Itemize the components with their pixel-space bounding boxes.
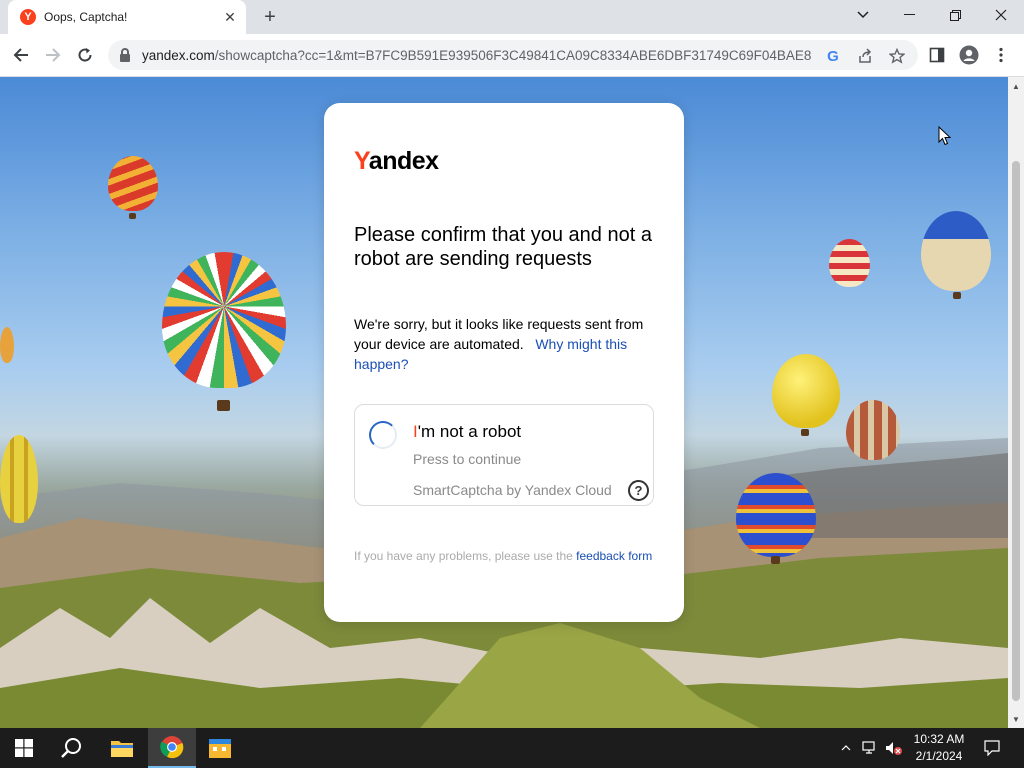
notification-button[interactable] xyxy=(980,728,1004,768)
tab-close-icon[interactable]: ✕ xyxy=(220,7,240,27)
start-button[interactable] xyxy=(0,728,48,768)
arrow-right-icon xyxy=(46,48,61,62)
search-button[interactable] xyxy=(48,728,96,768)
balloon xyxy=(0,327,14,363)
kebab-menu-icon xyxy=(999,47,1003,63)
balloon xyxy=(162,252,286,388)
address-bar[interactable]: yandex.com/showcaptcha?cc=1&mt=B7FC9B591… xyxy=(108,40,918,70)
app-icon xyxy=(209,739,231,758)
close-window-button[interactable] xyxy=(978,0,1024,30)
balloon xyxy=(921,211,991,291)
balloon xyxy=(108,156,158,211)
page-scrollbar[interactable]: ▲ ▼ xyxy=(1008,77,1024,728)
restore-button[interactable] xyxy=(932,0,978,30)
back-button[interactable] xyxy=(6,40,36,70)
reload-icon xyxy=(78,48,92,62)
side-panel-icon xyxy=(929,47,945,63)
browser-toolbar: yandex.com/showcaptcha?cc=1&mt=B7FC9B591… xyxy=(0,34,1024,77)
side-panel-button[interactable] xyxy=(922,40,952,70)
scroll-down-icon[interactable]: ▼ xyxy=(1008,712,1024,726)
scroll-up-icon[interactable]: ▲ xyxy=(1008,79,1024,93)
loading-spinner-icon[interactable] xyxy=(369,421,397,449)
balloon xyxy=(846,400,900,460)
captcha-brand: SmartCaptcha by Yandex Cloud xyxy=(413,482,612,498)
lock-icon[interactable] xyxy=(118,48,132,62)
reload-button[interactable] xyxy=(70,40,100,70)
tab-title: Oops, Captcha! xyxy=(44,10,128,24)
new-tab-button[interactable]: + xyxy=(256,4,284,30)
minimize-button[interactable] xyxy=(886,0,932,30)
app-taskbar-button[interactable] xyxy=(196,728,244,768)
profile-button[interactable] xyxy=(954,40,984,70)
star-icon[interactable] xyxy=(888,47,906,65)
chrome-taskbar-button[interactable] xyxy=(148,728,196,768)
balloon xyxy=(772,354,840,428)
show-hidden-icons-button[interactable] xyxy=(836,728,856,768)
folder-icon xyxy=(111,741,133,757)
tab-search-icon[interactable] xyxy=(840,0,886,30)
captcha-title[interactable]: I'm not a robot xyxy=(413,422,521,442)
tab-strip: Y Oops, Captcha! ✕ + xyxy=(0,0,1024,34)
feedback-link[interactable]: feedback form xyxy=(576,549,652,563)
chevron-up-icon xyxy=(841,745,851,751)
captcha-card: Yandex Please confirm that you and not a… xyxy=(324,103,684,622)
chrome-icon xyxy=(160,736,184,759)
scrollbar-thumb[interactable] xyxy=(1012,161,1020,701)
balloon xyxy=(0,435,38,523)
notification-icon xyxy=(984,740,1000,756)
forward-button[interactable] xyxy=(38,40,68,70)
network-icon[interactable] xyxy=(860,728,880,768)
feedback-note: If you have any problems, please use the… xyxy=(354,549,653,563)
clock-date: 2/1/2024 xyxy=(915,749,963,763)
volume-muted-icon[interactable] xyxy=(884,728,904,768)
file-explorer-button[interactable] xyxy=(98,728,146,768)
page-heading: Please confirm that you and not a robot … xyxy=(354,224,652,270)
captcha-subtitle: Press to continue xyxy=(413,451,522,467)
yandex-favicon-icon: Y xyxy=(20,9,36,25)
profile-icon xyxy=(959,45,979,65)
mouse-cursor-icon xyxy=(938,126,952,146)
search-icon xyxy=(61,738,81,758)
system-clock[interactable]: 10:32 AM 2/1/2024 xyxy=(905,731,973,765)
google-icon[interactable]: G xyxy=(824,47,842,65)
url-text[interactable]: yandex.com/showcaptcha?cc=1&mt=B7FC9B591… xyxy=(142,48,812,63)
balloon xyxy=(829,239,870,287)
kebab-menu-button[interactable] xyxy=(986,40,1016,70)
clock-time: 10:32 AM xyxy=(913,732,965,746)
windows-taskbar: 10:32 AM 2/1/2024 xyxy=(0,728,1024,768)
description: We're sorry, but it looks like requests … xyxy=(354,316,644,372)
help-icon[interactable]: ? xyxy=(628,480,649,501)
yandex-logo: Yandex xyxy=(354,147,439,175)
arrow-left-icon xyxy=(13,48,28,62)
browser-tab[interactable]: Y Oops, Captcha! ✕ xyxy=(8,0,246,34)
share-icon[interactable] xyxy=(856,47,874,65)
windows-logo-icon xyxy=(15,739,33,757)
smartcaptcha-widget[interactable]: I'm not a robot Press to continue SmartC… xyxy=(354,404,654,506)
balloon xyxy=(736,473,816,557)
captcha-page: Yandex Please confirm that you and not a… xyxy=(0,77,1008,728)
